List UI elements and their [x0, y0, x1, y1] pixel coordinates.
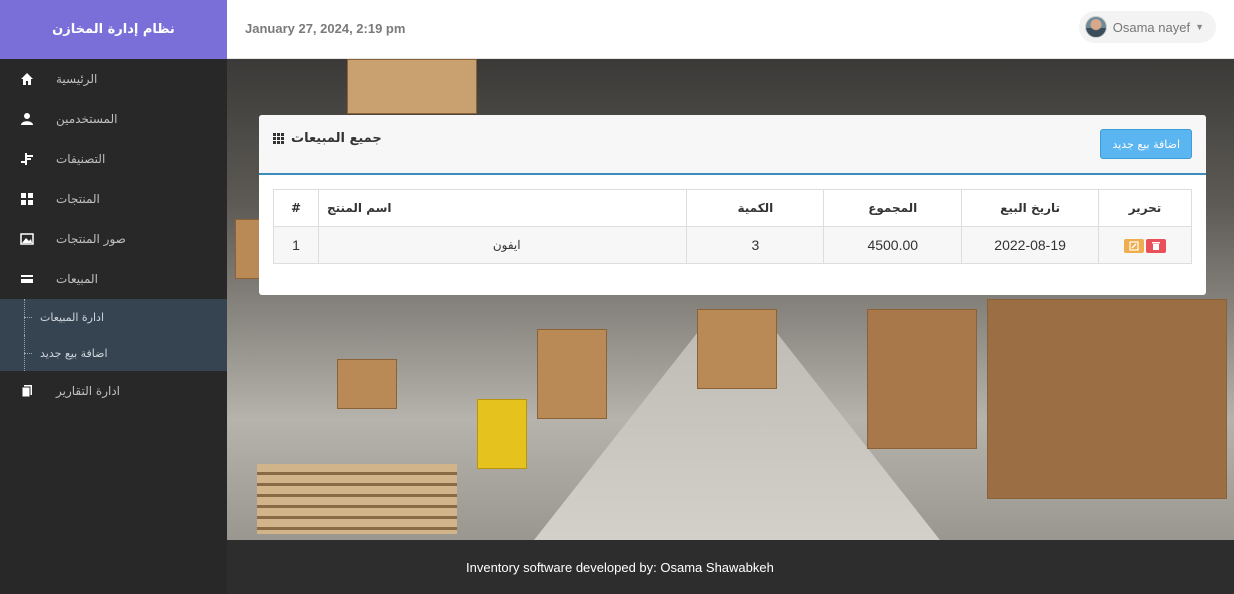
avatar [1084, 16, 1107, 38]
grid-icon [20, 192, 34, 206]
cell-product-name: ايفون [317, 226, 688, 264]
user-menu[interactable]: Osama nayef ▼ [1078, 11, 1216, 43]
sidebar-item-label: التصنيفات [56, 152, 106, 166]
sidebar-item-label: صور المنتجات [56, 232, 126, 246]
col-header-product-name: اسم المنتج [317, 189, 688, 227]
sidebar-item-home[interactable]: الرئيسية [0, 59, 227, 99]
col-header-sale-date: تاريخ البيع [961, 189, 1100, 227]
col-header-num: # [273, 189, 319, 227]
cell-sale-date: 2022-08-19 [961, 226, 1100, 264]
app-brand[interactable]: نظام إدارة المخازن [0, 0, 227, 59]
box-decoration [697, 309, 777, 389]
footer: Inventory software developed by: Osama S… [227, 540, 1234, 594]
add-sale-button[interactable]: اضافة بيع جديد [1100, 129, 1192, 159]
sidebar-item-users[interactable]: المستخدمين [0, 99, 227, 139]
cell-quantity: 3 [686, 226, 825, 264]
box-decoration [537, 329, 607, 419]
footer-credit: Inventory software developed by: Osama S… [466, 560, 774, 575]
sidebar-item-sales[interactable]: المبيعات [0, 259, 227, 299]
sidebar: نظام إدارة المخازن الرئيسية المستخدمين ا… [0, 0, 227, 594]
col-header-quantity: الكمية [686, 189, 825, 227]
table-row: 1 ايفون 3 4500.00 2022-08-19 [273, 226, 1192, 264]
box-decoration [337, 359, 397, 409]
col-header-total: المجموع [823, 189, 963, 227]
sidebar-item-products[interactable]: المنتجات [0, 179, 227, 219]
box-decoration [987, 299, 1227, 499]
sidebar-item-label: المبيعات [56, 272, 98, 286]
sidebar-item-label: المستخدمين [56, 112, 118, 126]
sidebar-item-label: ادارة التقارير [56, 384, 121, 398]
sidebar-item-label: المنتجات [56, 192, 100, 206]
sales-submenu: ادارة المبيعات اضافة بيع جديد [0, 299, 227, 371]
credit-card-icon [20, 272, 34, 286]
pallet-decoration [257, 464, 457, 534]
panel-title: جميع المبيعات [273, 131, 382, 146]
files-icon [20, 384, 34, 398]
cell-num: 1 [273, 226, 319, 264]
image-icon [20, 232, 34, 246]
box-decoration [347, 59, 477, 114]
panel-title-text: جميع المبيعات [291, 131, 382, 146]
cell-actions [1098, 226, 1192, 264]
panel-header: جميع المبيعات اضافة بيع جديد [259, 115, 1206, 175]
categories-icon [20, 152, 34, 166]
sidebar-item-categories[interactable]: التصنيفات [0, 139, 227, 179]
user-icon [20, 112, 34, 126]
sidebar-item-reports[interactable]: ادارة التقارير [0, 371, 227, 411]
trash-icon[interactable] [1146, 239, 1167, 254]
top-header: January 27, 2024, 2:19 pm Osama nayef ▼ [227, 0, 1234, 59]
table-header-row: # اسم المنتج الكمية المجموع تاريخ البيع … [273, 189, 1192, 227]
chevron-down-icon: ▼ [1195, 22, 1204, 32]
sales-panel: جميع المبيعات اضافة بيع جديد # اسم المنت… [259, 115, 1206, 295]
home-icon [20, 72, 34, 86]
box-decoration [867, 309, 977, 449]
th-icon [273, 132, 285, 145]
submenu-item-add-sale[interactable]: اضافة بيع جديد [0, 335, 227, 371]
cell-total: 4500.00 [823, 226, 963, 264]
edit-icon[interactable] [1124, 239, 1145, 254]
sales-table: # اسم المنتج الكمية المجموع تاريخ البيع … [273, 189, 1192, 264]
sidebar-item-product-images[interactable]: صور المنتجات [0, 219, 227, 259]
user-name: Osama nayef [1112, 19, 1191, 35]
current-datetime: January 27, 2024, 2:19 pm [245, 21, 406, 36]
yellow-barrier-decoration [477, 399, 527, 469]
col-header-edit: تحرير [1098, 189, 1192, 227]
sidebar-item-label: الرئيسية [56, 72, 98, 86]
submenu-item-manage-sales[interactable]: ادارة المبيعات [0, 299, 227, 335]
